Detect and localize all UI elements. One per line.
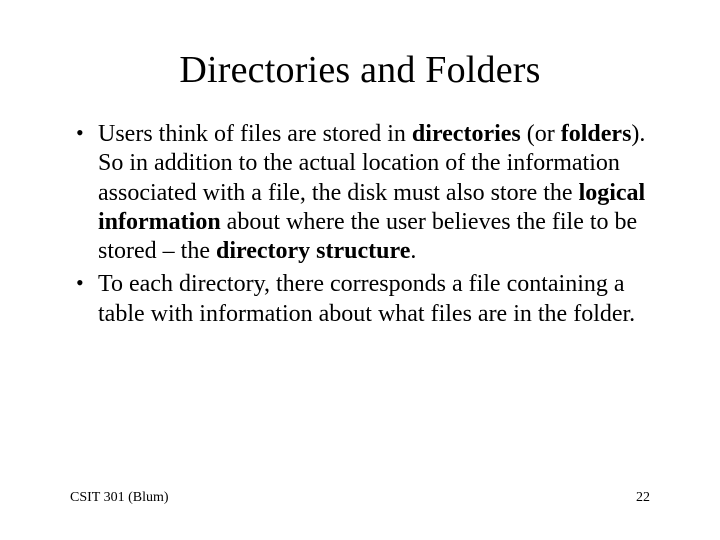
- bold-folders: folders: [561, 121, 632, 147]
- text: Users think of files are stored in: [98, 121, 412, 147]
- text: .: [410, 238, 416, 264]
- bullet-1: Users think of files are stored in direc…: [98, 120, 650, 266]
- bold-directory-structure: directory structure: [216, 238, 410, 264]
- slide: Directories and Folders Users think of f…: [0, 0, 720, 540]
- slide-title: Directories and Folders: [70, 48, 650, 92]
- text: (or: [521, 121, 561, 147]
- footer-course: CSIT 301 (Blum): [70, 490, 169, 506]
- footer-page-number: 22: [636, 490, 650, 506]
- bullet-list: Users think of files are stored in direc…: [70, 120, 650, 329]
- bold-directories: directories: [412, 121, 521, 147]
- bullet-2: To each directory, there corresponds a f…: [98, 270, 650, 329]
